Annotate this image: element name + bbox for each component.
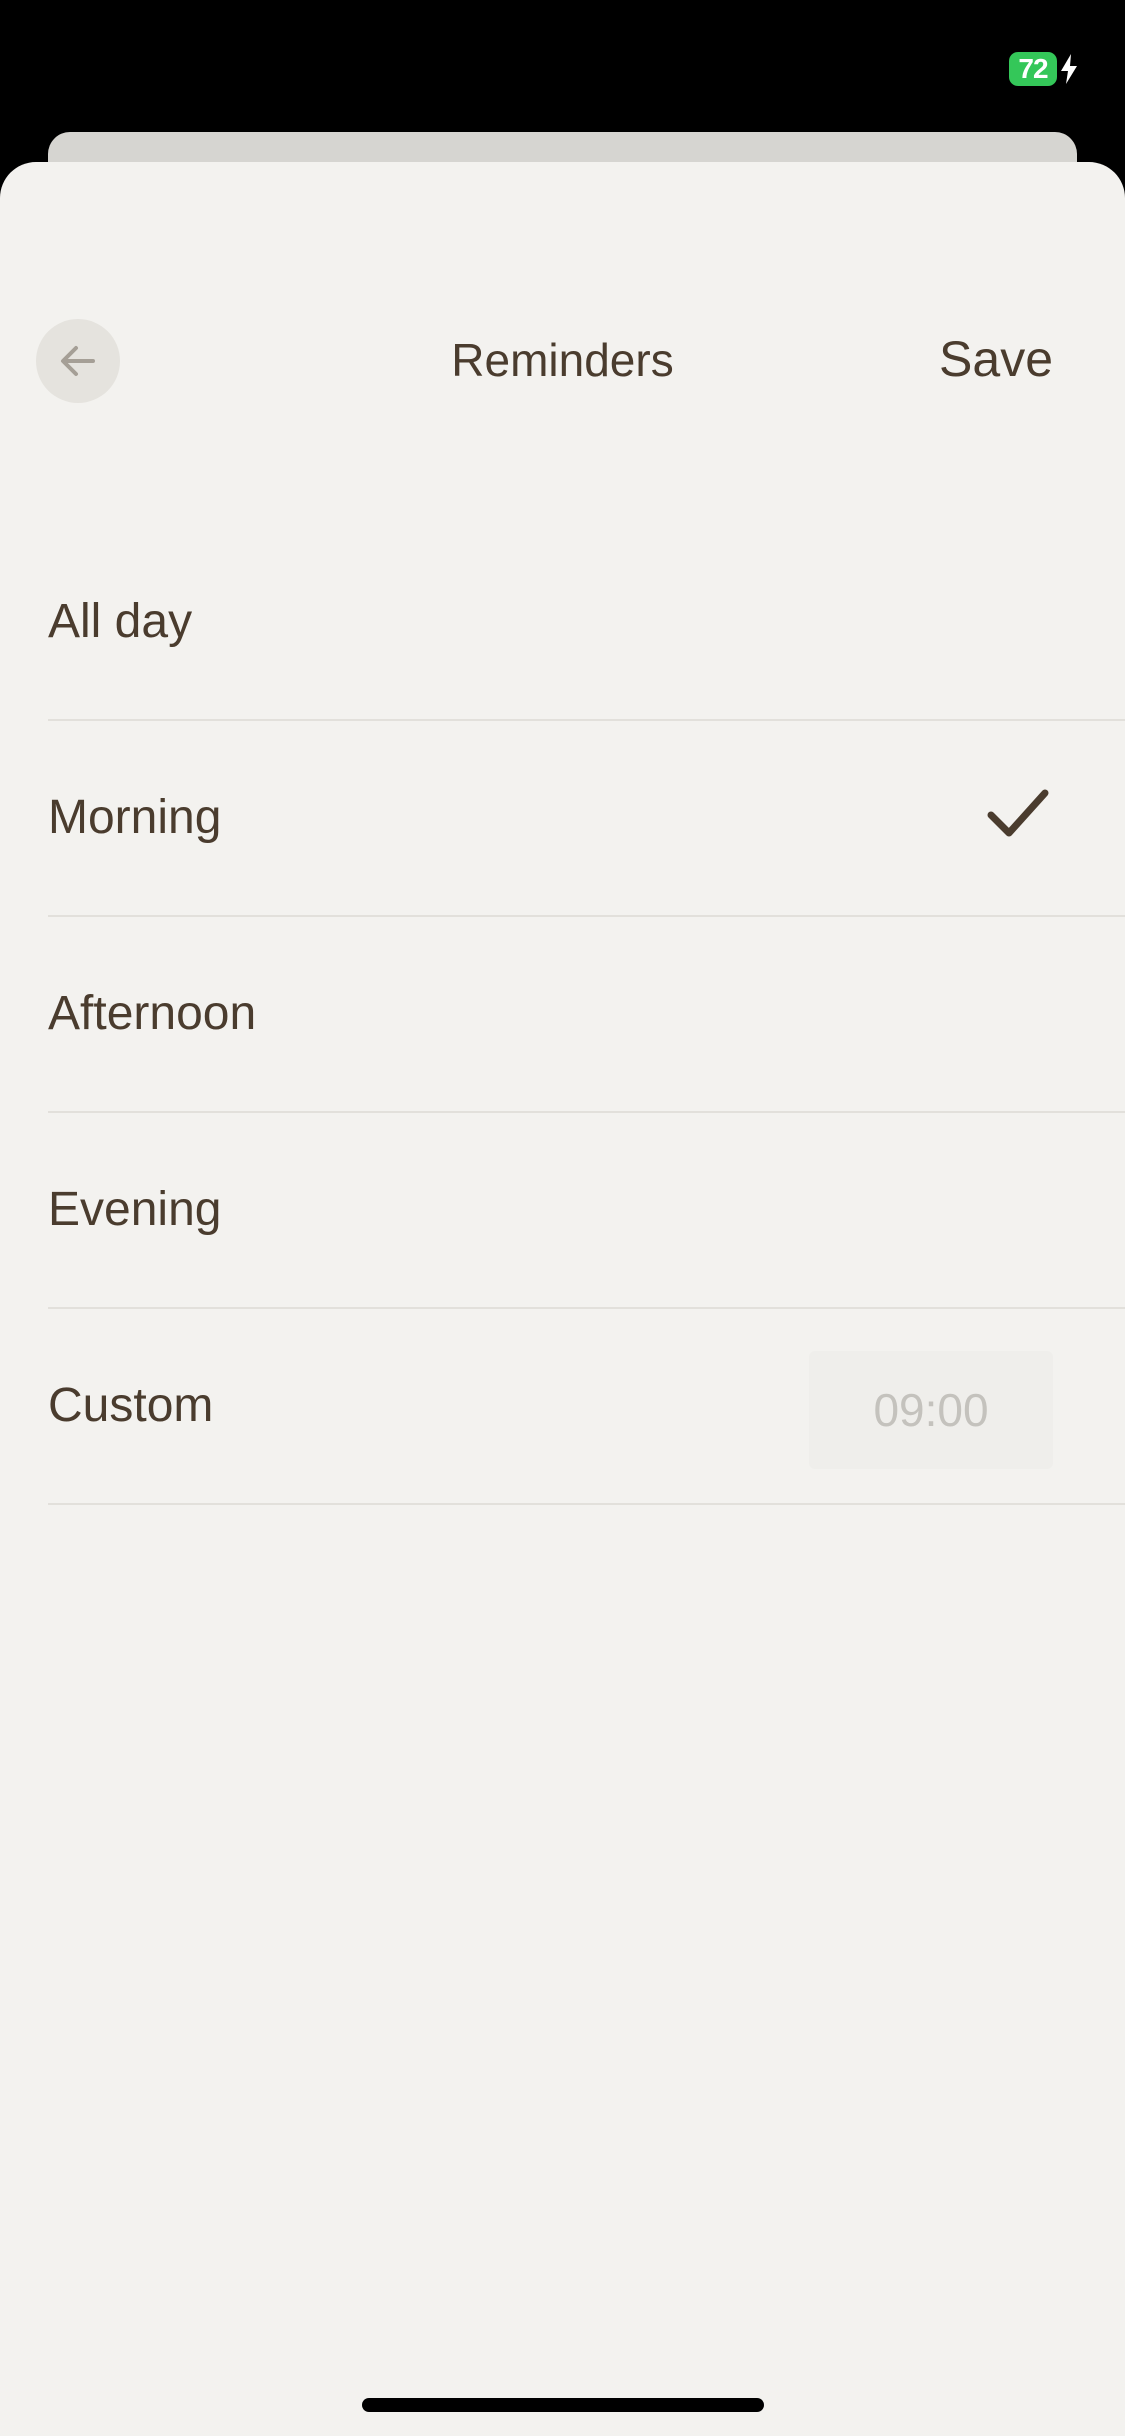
status-bar: 72 — [0, 0, 1125, 130]
option-evening[interactable]: Evening — [48, 1113, 1125, 1309]
option-label: Evening — [48, 1183, 222, 1236]
checkmark-icon — [987, 789, 1049, 837]
custom-time-field[interactable]: 09:00 — [809, 1351, 1053, 1469]
sheet-header: Reminders Save — [0, 162, 1125, 403]
battery-indicator: 72 — [1009, 51, 1080, 87]
bolt-icon — [1061, 54, 1077, 84]
home-indicator — [362, 2398, 764, 2412]
option-label: Afternoon — [48, 987, 257, 1040]
screen: 72 Reminders Save All day Morning Aftern… — [0, 0, 1125, 2436]
save-button[interactable]: Save — [939, 325, 1053, 393]
option-all-day[interactable]: All day — [48, 525, 1125, 721]
option-morning[interactable]: Morning — [48, 721, 1125, 917]
reminder-options-list: All day Morning Afternoon Evening Custom… — [48, 525, 1125, 1505]
option-custom[interactable]: Custom 09:00 — [48, 1309, 1125, 1505]
battery-level: 72 — [1009, 52, 1057, 86]
reminders-sheet: Reminders Save All day Morning Afternoon… — [0, 162, 1125, 2436]
option-label: Morning — [48, 791, 222, 844]
option-label: Custom — [48, 1379, 214, 1432]
option-afternoon[interactable]: Afternoon — [48, 917, 1125, 1113]
option-label: All day — [48, 595, 193, 648]
